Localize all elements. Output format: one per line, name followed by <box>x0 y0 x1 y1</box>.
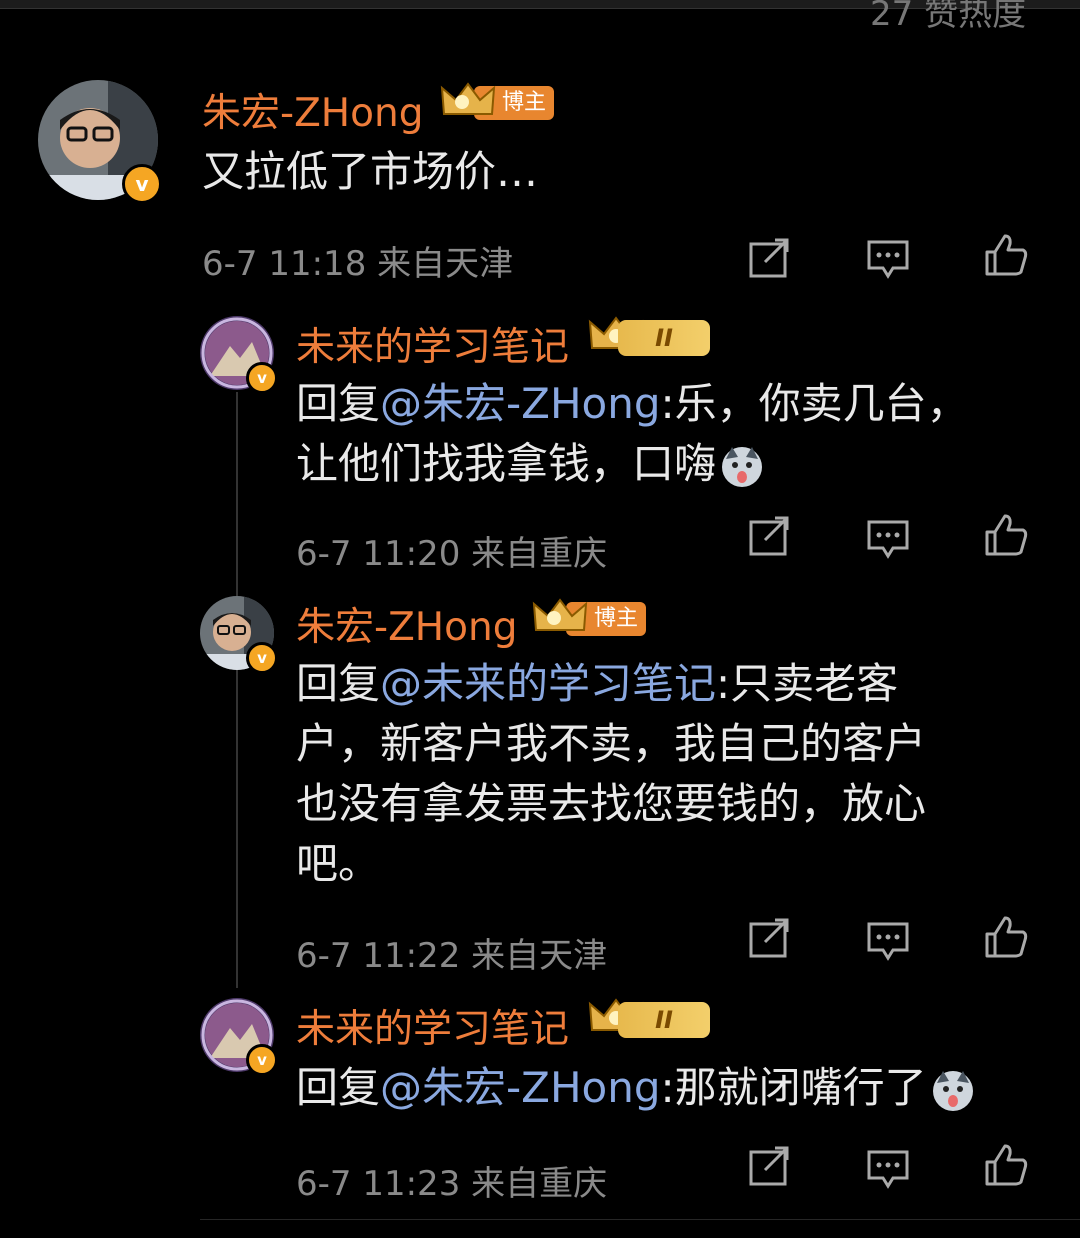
comment-text-line: 也没有拿发票去找您要钱的，放心 <box>296 779 927 828</box>
comment-text: 回复@未来的学习笔记:只卖老客 户，新客户我不卖，我自己的客户 也没有拿发票去找… <box>296 654 1026 894</box>
comment-meta: 6-7 11:20 来自重庆 <box>296 526 607 575</box>
comment-time: 6-7 11:18 <box>202 244 367 284</box>
avatar[interactable]: v <box>38 80 162 204</box>
divider <box>200 1219 1080 1220</box>
like-icon[interactable] <box>983 1142 1029 1188</box>
husky-emoji-icon <box>932 1070 973 1111</box>
comment-icon[interactable] <box>865 236 911 282</box>
like-icon[interactable] <box>983 512 1029 558</box>
comment-text-segment: :乐，你卖几台， <box>660 379 969 428</box>
level-badge: II <box>618 320 710 356</box>
author-name[interactable]: 朱宏-ZHong <box>296 596 517 652</box>
comment-text-line: 回复@未来的学习笔记:只卖老客 <box>296 654 1026 714</box>
verified-badge: v <box>246 1044 278 1076</box>
share-icon[interactable] <box>747 1144 793 1190</box>
author-name[interactable]: 未来的学习笔记 <box>296 316 569 372</box>
mention-link[interactable]: @未来的学习笔记 <box>380 659 716 708</box>
comment-meta: 6-7 11:18 来自天津 <box>202 236 513 285</box>
mention-link[interactable]: @朱宏-ZHong <box>380 379 661 428</box>
comment-text: 回复@朱宏-ZHong:乐，你卖几台， 让他们找我拿钱，口嗨 <box>296 374 1016 494</box>
comment-icon[interactable] <box>865 516 911 562</box>
verified-badge: v <box>246 362 278 394</box>
verified-badge: v <box>122 164 162 204</box>
avatar[interactable]: v <box>200 596 278 674</box>
author-name[interactable]: 未来的学习笔记 <box>296 998 569 1054</box>
comment-text-segment: 让他们找我拿钱，口嗨 <box>296 439 717 488</box>
comment-text: 回复@朱宏-ZHong:那就闭嘴行了 <box>296 1058 1056 1118</box>
comment-text-segment: :只卖老客 <box>716 659 899 708</box>
level-badge: II <box>618 1002 710 1038</box>
comment-text-line: 回复@朱宏-ZHong:那就闭嘴行了 <box>296 1058 1056 1118</box>
verified-badge: v <box>246 642 278 674</box>
comment-location: 来自天津 <box>377 244 514 284</box>
comment-text-line: 让他们找我拿钱，口嗨 <box>296 434 1016 494</box>
comment-time: 6-7 11:22 <box>296 936 461 976</box>
comment-location: 来自重庆 <box>471 1164 608 1204</box>
comment-text-segment: :那就闭嘴行了 <box>660 1063 927 1112</box>
comment-meta: 6-7 11:22 来自天津 <box>296 928 607 977</box>
share-icon[interactable] <box>747 514 793 560</box>
header-partial-text: 27 赞热度 <box>870 0 1027 34</box>
husky-emoji-icon <box>722 446 763 487</box>
comment-text-line: 户，新客户我不卖，我自己的客户 <box>296 719 927 768</box>
share-icon[interactable] <box>747 916 793 962</box>
comment-time: 6-7 11:20 <box>296 534 461 574</box>
avatar[interactable]: v <box>200 316 278 394</box>
share-icon[interactable] <box>747 236 793 282</box>
crown-icon <box>440 82 496 115</box>
comment-text: 又拉低了市场价… <box>202 147 539 196</box>
reply-prefix: 回复 <box>296 379 381 428</box>
avatar[interactable]: v <box>200 998 278 1076</box>
comment-time: 6-7 11:23 <box>296 1164 461 1204</box>
reply-prefix: 回复 <box>296 1063 381 1112</box>
author-name[interactable]: 朱宏-ZHong <box>202 82 423 138</box>
comment-text-line: 吧。 <box>296 839 381 888</box>
comment-icon[interactable] <box>865 918 911 964</box>
crown-icon <box>532 598 588 631</box>
comment-icon[interactable] <box>865 1146 911 1192</box>
like-icon[interactable] <box>983 232 1029 278</box>
thread-line <box>236 392 238 988</box>
comment-location: 来自天津 <box>471 936 608 976</box>
comment-location: 来自重庆 <box>471 534 608 574</box>
mention-link[interactable]: @朱宏-ZHong <box>380 1063 661 1112</box>
reply-prefix: 回复 <box>296 659 381 708</box>
like-icon[interactable] <box>983 914 1029 960</box>
comment-meta: 6-7 11:23 来自重庆 <box>296 1156 607 1205</box>
comment-text-line: 回复@朱宏-ZHong:乐，你卖几台， <box>296 374 1016 434</box>
